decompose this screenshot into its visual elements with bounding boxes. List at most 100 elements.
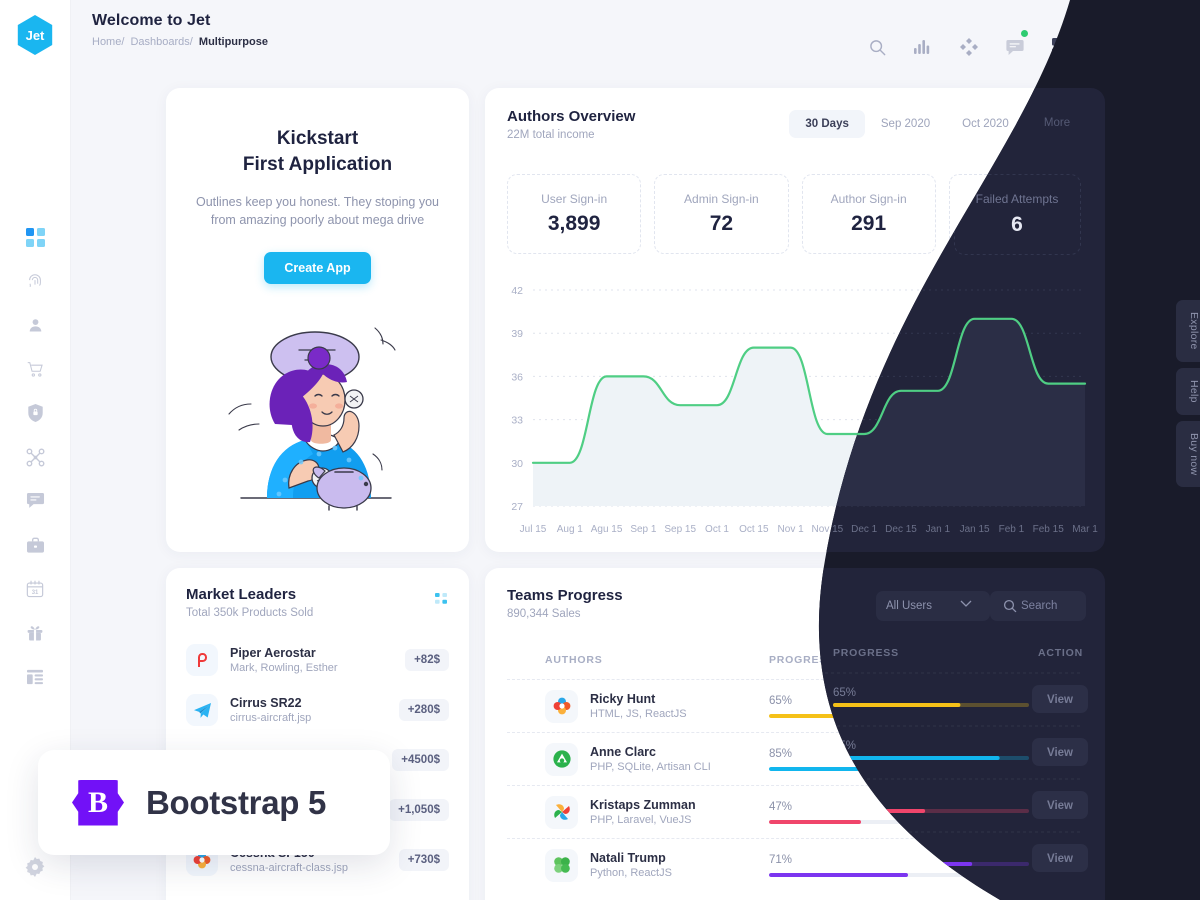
chevron-down-icon [955,603,965,615]
header-titles: Welcome to Jet Home/ Dashboards/ Multipu… [92,12,271,48]
create-app-button[interactable]: Create App [264,251,371,284]
row-name: Natali Trump [590,851,666,865]
market-title: Market Leaders [186,586,297,603]
sidebar-item-chat[interactable] [18,489,52,513]
list-item-amount: +280$ [398,699,449,721]
authors-area-chart: 27 30 33 36 39 42 Jul 15 Aug 1 Agu 15 Sep 1 Sep 15… [485,278,1105,548]
stat-label: Admin Sign-in [684,192,759,206]
avatar[interactable] [1142,30,1176,64]
svg-text:Oct 15: Oct 15 [739,524,769,535]
range-more[interactable]: More [1025,110,1083,138]
table-row[interactable]: Anne Clarc PHP, SQLite, Artisan CLI 85% … [507,732,1083,785]
row-progress: 71% [769,854,991,877]
moon-icon[interactable] [1096,36,1118,58]
bar-chart-icon[interactable] [912,36,934,58]
svg-text:Jul 15: Jul 15 [520,524,547,535]
row-action: View [991,799,1083,825]
column-authors: AUTHORS [545,654,603,666]
bootstrap-logo-icon: B [72,779,124,826]
svg-text:42: 42 [511,285,523,297]
list-item-meta: cessna-aircraft-class.jsp [230,862,348,874]
apps-diamond-icon[interactable] [958,36,980,58]
grid-icon[interactable] [1050,36,1072,58]
user-filter-select[interactable]: All Users [861,594,975,624]
clover-icon [545,848,578,882]
svg-text:39: 39 [511,328,523,340]
view-button[interactable]: View [1029,746,1083,772]
svg-text:Dec 15: Dec 15 [885,524,917,535]
stat-tiles: User Sign-in 3,899 Admin Sign-in 72 Auth… [507,174,1083,254]
search-input[interactable]: Search [987,594,1083,624]
tab-buy-now[interactable]: Buy now [1176,420,1200,487]
top-header: Welcome to Jet Home/ Dashboards/ Multipu… [70,0,1200,70]
svg-text:Sep 15: Sep 15 [664,524,696,535]
kickstart-card: Kickstart First Application Outlines kee… [166,88,469,552]
list-item[interactable]: Cirrus SR22 cirrus-aircraft.jsp +280$ [186,685,449,735]
row-name: Ricky Hunt [590,692,656,706]
view-button[interactable]: View [1029,799,1083,825]
sidebar-item-grid[interactable] [18,225,52,249]
table-row[interactable]: Kristaps Zumman PHP, Laravel, VueJS 47% … [507,785,1083,838]
sidebar-item-calendar[interactable]: 31 [18,577,52,601]
svg-text:27: 27 [511,501,523,513]
more-grid-icon[interactable] [435,586,449,610]
opera-icon [186,644,218,676]
row-skills: HTML, JS, ReactJS [590,708,687,720]
row-progress: 65% [769,695,991,718]
row-percent: 85% [769,747,793,760]
chat-icon[interactable] [1004,30,1028,58]
piggybank-illustration [192,302,443,512]
telegram-icon [186,694,218,726]
kickstart-title-line1: Kickstart [276,128,359,149]
svg-text:31: 31 [32,590,39,596]
svg-text:Mar 1: Mar 1 [1072,524,1098,535]
svg-text:Dec 1: Dec 1 [851,524,878,535]
svg-text:Agu 15: Agu 15 [591,524,623,535]
range-oct-2020[interactable]: Oct 2020 [946,110,1025,138]
progress-bar [769,872,965,877]
row-percent: 71% [769,853,793,866]
table-row[interactable]: Natali Trump Python, ReactJS 71% View [507,838,1083,891]
list-item-amount: +82$ [405,649,449,671]
sidebar-item-security[interactable] [18,401,52,425]
sidebar-item-fingerprint[interactable] [18,269,52,293]
row-percent: 47% [769,800,793,813]
breadcrumb-dashboards[interactable]: Dashboards/ [130,36,192,48]
stat-user-signin: User Sign-in 3,899 [507,174,642,254]
range-30-days[interactable]: 30 Days [789,110,865,138]
view-button[interactable]: View [1029,852,1083,878]
row-name: Anne Clarc [590,745,656,759]
view-button[interactable]: View [1029,693,1083,719]
sidebar-settings[interactable] [0,857,70,882]
search-placeholder: Search [1015,603,1052,615]
column-action: ACTION [1037,654,1083,666]
brand-logo[interactable]: Jet [17,15,53,55]
table-row[interactable]: Ricky Hunt HTML, JS, ReactJS 65% View [507,679,1083,732]
kickstart-title: Kickstart First Application [192,126,443,177]
sidebar-item-user[interactable] [18,313,52,337]
breadcrumb-home[interactable]: Home/ [92,36,124,48]
sidebar-item-layout[interactable] [18,665,52,689]
sidebar-item-drone[interactable] [18,445,52,469]
search-icon[interactable] [866,36,888,58]
stat-admin-signin: Admin Sign-in 72 [654,174,789,254]
page-title: Welcome to Jet [92,12,211,29]
svg-text:Oct 1: Oct 1 [705,524,729,535]
row-percent: 65% [769,694,793,707]
sidebar-item-briefcase[interactable] [18,533,52,557]
tab-help[interactable]: Help [1176,367,1200,415]
list-item-name: Piper Aerostar [230,646,316,660]
tab-explore[interactable]: Explore [1176,300,1200,362]
row-skills: Python, ReactJS [590,867,672,879]
row-progress: 47% [769,801,991,824]
row-name: Kristaps Zumman [590,798,696,812]
range-sep-2020[interactable]: Sep 2020 [865,110,946,138]
sidebar-item-cart[interactable] [18,357,52,381]
progress-bar [769,766,965,771]
dashboard-root: Jet 31 Welcome to Jet Home/ Dashboards/ … [0,0,1200,900]
list-item-amount: +4500$ [392,749,449,771]
sidebar-item-gift[interactable] [18,621,52,645]
svg-text:36: 36 [511,371,523,383]
svg-text:Feb 15: Feb 15 [1033,524,1065,535]
list-item[interactable]: Piper Aerostar Mark, Rowling, Esther +82… [186,635,449,685]
